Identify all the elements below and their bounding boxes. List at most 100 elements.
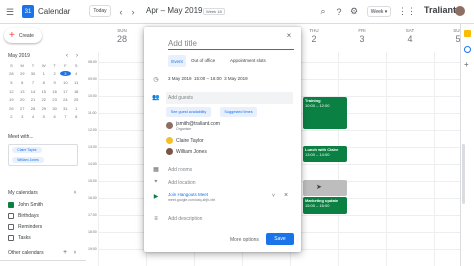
mini-day[interactable]: 29 — [38, 106, 49, 111]
mini-day[interactable]: 19 — [6, 97, 17, 102]
mini-day[interactable]: 6 — [49, 114, 60, 119]
add-calendar-icon[interactable]: + — [62, 249, 68, 256]
mini-day[interactable]: 8 — [38, 80, 49, 85]
tab-event[interactable]: Event — [168, 55, 186, 67]
checkbox-icon[interactable] — [8, 224, 14, 230]
mini-day[interactable]: 28 — [28, 106, 39, 111]
remove-meet-icon[interactable]: × — [282, 191, 290, 199]
guest-row[interactable]: jsmith@traliant.com Organiser — [166, 122, 220, 132]
see-availability-button[interactable]: See guest availability — [166, 107, 211, 117]
account-avatar[interactable] — [455, 6, 465, 16]
calendar-item-reminders[interactable]: Reminders — [8, 224, 42, 230]
mini-day[interactable]: 30 — [28, 71, 39, 76]
mini-day[interactable]: 13 — [17, 89, 28, 94]
save-button[interactable]: Save — [266, 233, 294, 245]
calendar-item-tasks[interactable]: Tasks — [8, 235, 31, 241]
tab-appointment-slots[interactable]: Appointment slots — [230, 58, 266, 63]
today-button[interactable]: Today — [89, 5, 111, 17]
mini-day[interactable]: 4 — [71, 71, 82, 76]
mini-day[interactable]: 17 — [60, 89, 71, 94]
location-input[interactable]: Add location — [168, 180, 196, 186]
mini-day[interactable]: 2 — [6, 114, 17, 119]
tasks-icon[interactable] — [464, 46, 471, 53]
checkbox-icon[interactable] — [8, 235, 14, 241]
mini-day[interactable]: 29 — [17, 71, 28, 76]
mini-day[interactable]: 30 — [49, 106, 60, 111]
keep-icon[interactable] — [464, 30, 471, 37]
mini-prev-icon[interactable]: ‹ — [64, 52, 70, 59]
event-training[interactable]: Training 10:00 – 12:00 — [303, 97, 347, 129]
checkbox-icon[interactable] — [8, 202, 14, 208]
calendar-item-birthdays[interactable]: Birthdays — [8, 213, 39, 219]
mini-day[interactable]: 7 — [60, 114, 71, 119]
more-options-button[interactable]: More options — [230, 237, 259, 243]
title-input[interactable]: Add title — [168, 39, 294, 50]
chevron-down-icon[interactable]: ˅ — [72, 249, 78, 256]
mini-day[interactable]: 11 — [71, 80, 82, 85]
mini-day[interactable]: 12 — [6, 89, 17, 94]
day-header[interactable]: SAT 4 — [386, 24, 434, 44]
mini-day[interactable]: 6 — [17, 80, 28, 85]
gear-icon[interactable]: ⚙ — [349, 6, 359, 17]
mini-day[interactable]: 2 — [49, 71, 60, 76]
chevron-down-icon[interactable]: ˅ — [270, 192, 277, 199]
mini-day[interactable]: 10 — [60, 80, 71, 85]
mini-day[interactable]: 23 — [49, 97, 60, 102]
mini-day[interactable]: 3 — [17, 114, 28, 119]
meet-chip-claire[interactable]: Claire Taylor — [12, 147, 42, 153]
mini-day[interactable]: 5 — [6, 80, 17, 85]
event-marketing[interactable]: Marketing update 15:00 – 16:00 — [303, 197, 347, 214]
checkbox-icon[interactable] — [8, 213, 14, 219]
day-header[interactable]: SUN 28 — [98, 24, 146, 44]
guests-input[interactable]: Add guests — [166, 92, 293, 104]
mini-day[interactable]: 7 — [28, 80, 39, 85]
apps-grid-icon[interactable]: ⋮⋮ — [398, 6, 416, 17]
mini-day[interactable]: 16 — [49, 89, 60, 94]
mini-day[interactable]: 28 — [6, 71, 17, 76]
mini-day[interactable]: 14 — [28, 89, 39, 94]
event-lunch[interactable]: Lunch with Claire 13:00 – 14:00 — [303, 146, 347, 162]
help-icon[interactable]: ? — [334, 6, 344, 17]
description-input[interactable]: Add description — [168, 216, 202, 222]
end-date[interactable]: 3 May 2019 — [224, 76, 248, 81]
mini-day[interactable]: 18 — [71, 89, 82, 94]
meet-chip-william[interactable]: William Jones — [12, 157, 44, 163]
meet-link[interactable]: Join Hangouts Meet — [168, 192, 208, 197]
mini-day[interactable]: 22 — [38, 97, 49, 102]
mini-day[interactable]: 31 — [60, 106, 71, 111]
day-number[interactable]: 28 — [98, 34, 146, 44]
guest-row[interactable]: Claire Taylor — [166, 137, 204, 144]
mini-day[interactable]: 3 — [59, 71, 71, 77]
prev-week-icon[interactable]: ‹ — [117, 6, 125, 17]
mini-day[interactable]: 21 — [28, 97, 39, 102]
mini-next-icon[interactable]: › — [74, 52, 80, 59]
start-time[interactable]: 15:00 — [194, 76, 205, 81]
calendar-item-john[interactable]: John Smith — [8, 202, 43, 208]
mini-day[interactable]: 25 — [71, 97, 82, 102]
mini-day[interactable]: 26 — [6, 106, 17, 111]
chevron-up-icon[interactable]: ˄ — [72, 189, 78, 196]
mini-day[interactable]: 20 — [17, 97, 28, 102]
mini-day[interactable]: 9 — [49, 80, 60, 85]
mini-day[interactable]: 1 — [38, 71, 49, 76]
mini-day[interactable]: 15 — [38, 89, 49, 94]
guest-row[interactable]: William Jones — [166, 148, 207, 155]
mini-day[interactable]: 27 — [17, 106, 28, 111]
menu-icon[interactable]: ☰ — [5, 7, 15, 17]
search-icon[interactable]: ⌕ — [318, 6, 328, 17]
mini-day[interactable]: 4 — [28, 114, 39, 119]
start-date[interactable]: 3 May 2019 — [168, 76, 192, 81]
create-button[interactable]: + Create — [4, 28, 42, 43]
end-time[interactable]: 16:00 — [210, 76, 221, 81]
view-select[interactable]: Week ▾ — [367, 6, 391, 17]
new-event-placeholder[interactable] — [303, 180, 347, 196]
mini-day[interactable]: 8 — [71, 114, 82, 119]
mini-day[interactable]: 5 — [38, 114, 49, 119]
day-header[interactable]: FRI 3 — [338, 24, 386, 44]
next-week-icon[interactable]: › — [129, 6, 137, 17]
add-addon-icon[interactable]: + — [464, 60, 469, 69]
day-number[interactable]: 4 — [386, 34, 434, 44]
mini-day[interactable]: 24 — [60, 97, 71, 102]
rooms-input[interactable]: Add rooms — [168, 167, 192, 173]
day-number[interactable]: 3 — [338, 34, 386, 44]
